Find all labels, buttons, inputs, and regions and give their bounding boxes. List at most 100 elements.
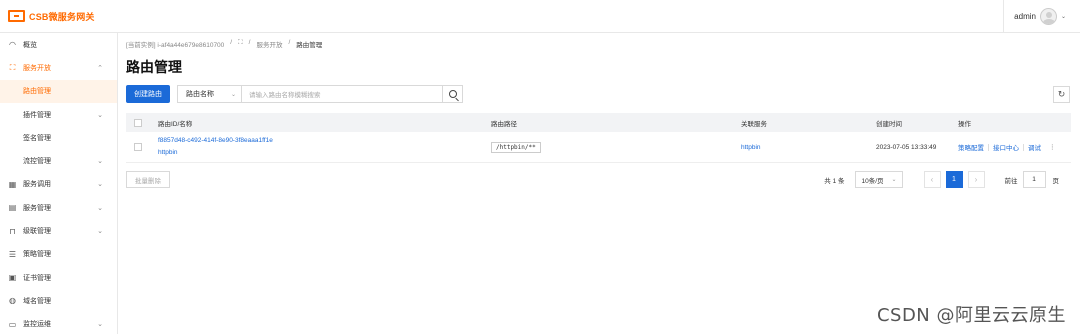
sidebar-item-route-management[interactable]: 路由管理 — [0, 79, 117, 103]
sidebar-item-label: 路由管理 — [23, 88, 51, 96]
dashboard-icon: ◠ — [9, 40, 16, 50]
breadcrumb-separator: / — [288, 39, 291, 46]
chevron-down-icon: ⌄ — [97, 158, 103, 166]
row-actions: 策略配置 接口中心 调试 ⋮ — [958, 142, 1056, 152]
page-title: 路由管理 — [126, 59, 182, 75]
column-header-name: 路由ID/名称 — [158, 120, 193, 128]
breadcrumb-separator: / — [230, 39, 233, 46]
service-link[interactable]: httpbin — [741, 144, 761, 151]
filter-field-select[interactable]: 路由名称 ⌄ — [177, 85, 241, 103]
sidebar-item-domain-management[interactable]: ◍ 域名管理 — [0, 289, 117, 312]
page-size-value: 10条/页 — [861, 177, 884, 185]
avatar — [1039, 7, 1057, 25]
table-header: 路由ID/名称 路由路径 关联服务 创建时间 操作 — [126, 113, 1071, 132]
certificate-icon: ▣ — [8, 273, 17, 283]
divider — [1023, 143, 1024, 151]
column-header-ops: 操作 — [958, 120, 971, 128]
row-checkbox[interactable] — [134, 143, 142, 151]
logo-icon — [8, 10, 25, 22]
policy-icon: ☰ — [8, 249, 17, 259]
sidebar-item-service-publish[interactable]: ⛶ 服务开放 ⌃ — [0, 56, 117, 79]
total-count: 共 1 条 — [824, 177, 845, 185]
chevron-down-icon: ⌄ — [97, 181, 103, 189]
logo[interactable]: CSB微服务网关 — [0, 10, 118, 23]
next-page-button[interactable]: › — [967, 171, 985, 188]
route-id-cell: f8857d48-c492-414f-8e90-3f8eaaa1ff1e htt… — [158, 135, 273, 159]
created-time: 2023-07-05 13:33:49 — [876, 143, 937, 151]
sidebar-item-label: 监控运维 — [23, 321, 51, 329]
table-row: f8857d48-c492-414f-8e90-3f8eaaa1ff1e htt… — [126, 132, 1071, 163]
sidebar-item-label: 插件管理 — [23, 111, 51, 119]
route-id-link[interactable]: f8857d48-c492-414f-8e90-3f8eaaa1ff1e — [158, 135, 273, 147]
sidebar-item-overview[interactable]: ◠ 概览 — [0, 33, 117, 56]
main-content: [当前实例] i-af4a44e679e8610700 / ⛶ / 服务开放 /… — [118, 33, 1080, 334]
toolbar: 创建路由 路由名称 ⌄ 请输入路由名称模糊搜索 — [126, 85, 463, 103]
breadcrumb-service-publish[interactable]: 服务开放 — [256, 39, 282, 49]
sidebar-item-service-invoke[interactable]: ▦ 服务调用 ⌄ — [0, 173, 117, 196]
chevron-down-icon: ⌄ — [230, 91, 236, 98]
more-icon[interactable]: ⋮ — [1049, 143, 1056, 151]
publish-icon: ⛶ — [9, 62, 16, 72]
user-menu[interactable]: admin ⌄ — [1003, 0, 1080, 33]
column-header-path: 路由路径 — [491, 120, 517, 128]
sidebar-item-label: 概览 — [23, 41, 37, 49]
api-center-link[interactable]: 接口中心 — [993, 142, 1019, 152]
bulk-delete-button[interactable]: 批量删除 — [126, 171, 170, 188]
route-path-tag: /httpbin/** — [491, 141, 541, 153]
watermark: CSDN @阿里云云原生 — [876, 305, 1066, 326]
sidebar-item-plugin-management[interactable]: 插件管理 ⌄ — [0, 103, 117, 126]
breadcrumb: [当前实例] i-af4a44e679e8610700 / ⛶ / 服务开放 /… — [126, 39, 322, 49]
sidebar-item-label: 服务管理 — [23, 204, 51, 212]
chevron-down-icon: ⌄ — [97, 321, 103, 329]
create-route-button[interactable]: 创建路由 — [126, 85, 170, 103]
debug-link[interactable]: 调试 — [1028, 142, 1041, 152]
column-header-created: 创建时间 — [876, 120, 902, 128]
user-name: admin — [1014, 11, 1036, 21]
breadcrumb-separator: / — [248, 39, 251, 46]
sidebar-item-certificate-management[interactable]: ▣ 证书管理 — [0, 266, 117, 289]
refresh-button[interactable]: ↻ — [1053, 86, 1070, 103]
goto-page-input[interactable]: 1 — [1022, 171, 1046, 188]
search-button[interactable] — [443, 85, 463, 103]
monitor-icon: ▭ — [8, 319, 17, 329]
sidebar-item-label: 服务开放 — [23, 64, 51, 72]
refresh-icon: ↻ — [1057, 89, 1066, 99]
home-icon[interactable]: ⛶ — [238, 39, 243, 49]
search-icon — [448, 90, 457, 98]
divider — [988, 143, 989, 151]
sidebar-item-label: 流控管理 — [23, 158, 51, 166]
routes-table: 路由ID/名称 路由路径 关联服务 创建时间 操作 f8857d48-c492-… — [126, 113, 1071, 163]
grid-icon: ▦ — [8, 179, 17, 189]
chevron-down-icon: ⌄ — [891, 177, 897, 183]
sidebar-item-label: 域名管理 — [23, 297, 51, 305]
filter-field-value: 路由名称 — [186, 91, 214, 98]
sidebar-item-signature-management[interactable]: 签名管理 — [0, 126, 117, 149]
sidebar-item-flow-control[interactable]: 流控管理 ⌄ — [0, 149, 117, 172]
sidebar: ◠ 概览 ⛶ 服务开放 ⌃ 路由管理 插件管理 ⌄ 签名管理 流控管理 ⌄ ▦ … — [0, 33, 118, 334]
bookmark-icon: ⊓ — [9, 226, 16, 236]
chevron-down-icon: ⌄ — [97, 228, 103, 236]
sidebar-item-service-management[interactable]: ▤ 服务管理 ⌄ — [0, 196, 117, 219]
chevron-down-icon: ⌄ — [97, 111, 103, 119]
select-all-checkbox[interactable] — [134, 118, 142, 127]
page-1-button[interactable]: 1 — [945, 171, 963, 188]
sidebar-item-label: 策略管理 — [23, 251, 51, 259]
sidebar-item-monitoring[interactable]: ▭ 监控运维 ⌄ — [0, 313, 117, 334]
pagination: 共 1 条 10条/页 ⌄ ‹ 1 › 前往 1 页 — [824, 171, 1059, 188]
sidebar-item-policy-management[interactable]: ☰ 策略管理 — [0, 243, 117, 266]
prev-page-button[interactable]: ‹ — [923, 171, 941, 188]
top-bar: CSB微服务网关 admin ⌄ — [0, 0, 1080, 33]
sidebar-item-label: 签名管理 — [23, 134, 51, 142]
policy-config-link[interactable]: 策略配置 — [958, 142, 984, 152]
logo-text: CSB微服务网关 — [29, 11, 95, 22]
search-input[interactable]: 请输入路由名称模糊搜索 — [241, 85, 443, 103]
sidebar-item-cascade-management[interactable]: ⊓ 级联管理 ⌄ — [0, 219, 117, 242]
route-name-link[interactable]: httpbin — [158, 147, 273, 159]
breadcrumb-current: 路由管理 — [296, 42, 323, 49]
breadcrumb-instance[interactable]: [当前实例] i-af4a44e679e8610700 — [126, 39, 224, 49]
sidebar-item-label: 证书管理 — [23, 274, 51, 282]
page-unit-label: 页 — [1052, 177, 1060, 185]
sidebar-item-label: 级联管理 — [23, 228, 51, 236]
chevron-down-icon: ⌄ — [1060, 13, 1066, 20]
page-size-select[interactable]: 10条/页 ⌄ — [854, 171, 903, 188]
